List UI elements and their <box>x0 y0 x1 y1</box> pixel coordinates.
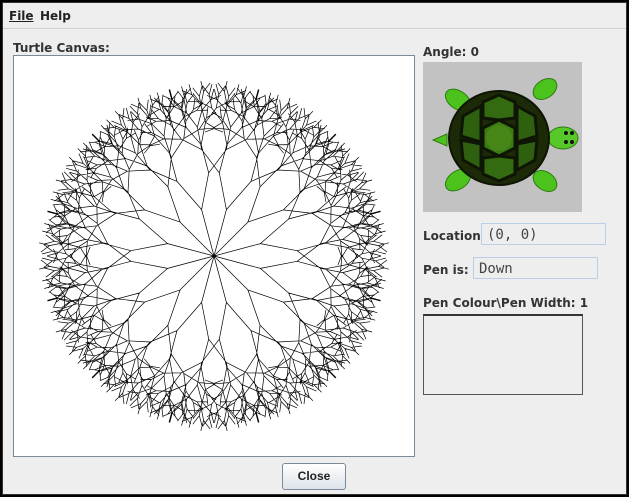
menu-help-label: Help <box>40 9 71 23</box>
turtle-window: File Help Turtle Canvas: Angle: 0 Locati… <box>2 2 627 495</box>
close-button[interactable]: Close <box>282 463 346 490</box>
menu-bar: File Help <box>3 3 626 29</box>
pen-width-value: 1 <box>579 296 589 310</box>
angle-value: 0 <box>470 45 480 59</box>
location-field: (0, 0) <box>481 223 606 245</box>
pen-colour-readout: Pen Colour\Pen Width: 1 <box>423 296 588 310</box>
turtle-preview <box>423 62 582 212</box>
turtle-icon <box>431 78 579 192</box>
angle-label: Angle: <box>423 45 467 59</box>
location-label: Location: <box>423 229 486 243</box>
pen-label: Pen is: <box>423 263 469 277</box>
pen-colour-label: Pen Colour\Pen Width: <box>423 296 576 310</box>
menu-file-label: File <box>9 9 34 23</box>
menu-file[interactable]: File <box>9 9 34 23</box>
turtle-canvas[interactable] <box>13 55 415 457</box>
fractal-branches <box>39 81 389 431</box>
angle-readout: Angle: 0 <box>423 45 479 59</box>
fractal-drawing <box>39 81 389 431</box>
canvas-label: Turtle Canvas: <box>13 41 110 55</box>
pen-colour-swatch <box>423 314 583 395</box>
menu-help[interactable]: Help <box>40 9 71 23</box>
pen-state-field: Down <box>473 257 598 279</box>
